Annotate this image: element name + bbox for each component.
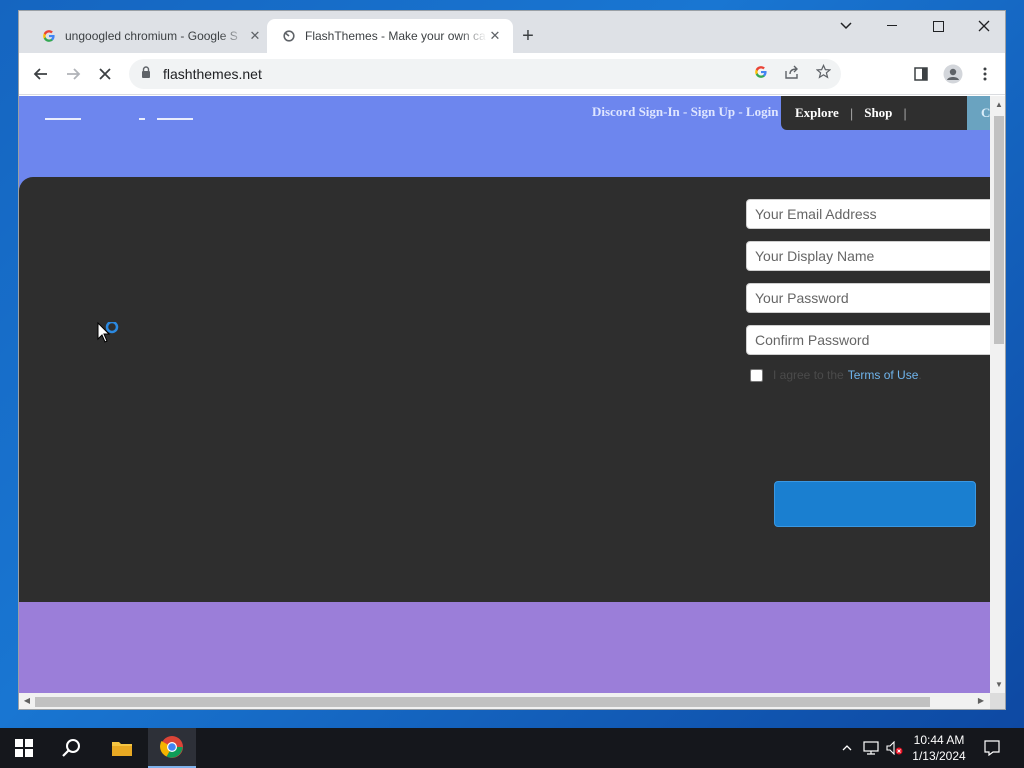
- bookmark-star-icon[interactable]: [815, 63, 832, 84]
- profile-avatar-icon[interactable]: [939, 60, 967, 88]
- nav-divider: |: [903, 105, 907, 121]
- nav-divider: |: [849, 105, 854, 121]
- browser-window: ungoogled chromium - Google S ✕ FlashThe…: [18, 10, 1006, 710]
- browser-toolbar: flashthemes.net: [19, 53, 1005, 95]
- vertical-scrollbar[interactable]: ▲ ▼: [990, 96, 1005, 693]
- busy-cursor-icon: [97, 320, 123, 351]
- minimize-button[interactable]: [869, 11, 915, 41]
- flashthemes-icon: [281, 28, 297, 44]
- system-clock[interactable]: 10:44 AM 1/13/2024: [906, 732, 972, 764]
- confirm-password-field[interactable]: [746, 325, 990, 355]
- tab-flashthemes[interactable]: FlashThemes - Make your own ca ✕: [267, 19, 513, 53]
- terms-of-use-link[interactable]: Terms of Use: [848, 368, 919, 382]
- volume-muted-icon[interactable]: [884, 728, 906, 768]
- separator: -: [679, 104, 691, 119]
- tab-search-chevron-icon[interactable]: [823, 11, 869, 41]
- separator: -: [735, 104, 746, 119]
- agree-text: I agree to the: [773, 368, 844, 382]
- password-field[interactable]: [746, 283, 990, 313]
- file-explorer-icon[interactable]: [98, 728, 146, 768]
- maximize-button[interactable]: [915, 11, 961, 41]
- vertical-scroll-thumb[interactable]: [994, 116, 1004, 344]
- auth-links: Discord Sign-In - Sign Up - Login: [592, 104, 778, 120]
- close-window-button[interactable]: [961, 11, 1005, 41]
- network-icon[interactable]: [860, 728, 882, 768]
- scroll-down-arrow-icon[interactable]: ▼: [994, 680, 1004, 690]
- signup-submit-button[interactable]: [774, 481, 976, 527]
- site-header: Discord Sign-In - Sign Up - Login Explor…: [19, 96, 990, 177]
- horizontal-scroll-thumb[interactable]: [35, 697, 930, 707]
- back-button[interactable]: [27, 60, 55, 88]
- nav-shop[interactable]: Shop: [864, 105, 892, 121]
- clock-date: 1/13/2024: [912, 749, 966, 763]
- chrome-taskbar-icon[interactable]: [148, 728, 196, 768]
- close-tab-icon[interactable]: ✕: [247, 28, 263, 44]
- scrollbar-corner: [990, 693, 1005, 709]
- lock-icon[interactable]: [141, 65, 151, 83]
- close-tab-icon[interactable]: ✕: [487, 28, 503, 44]
- signup-link[interactable]: Sign Up: [691, 104, 735, 119]
- nav-explore[interactable]: Explore: [795, 105, 839, 121]
- new-tab-button[interactable]: +: [517, 25, 539, 47]
- site-logo[interactable]: [45, 118, 81, 122]
- terms-period: .: [918, 368, 922, 382]
- google-icon: [41, 28, 57, 44]
- site-logo-fragment: [157, 118, 193, 122]
- tab-title: FlashThemes - Make your own ca: [305, 29, 486, 43]
- google-lens-icon[interactable]: [754, 65, 768, 84]
- tab-strip: ungoogled chromium - Google S ✕ FlashThe…: [19, 11, 1005, 53]
- login-link[interactable]: Login: [746, 104, 779, 119]
- scroll-right-arrow-icon[interactable]: ▶: [976, 696, 986, 706]
- tab-title: ungoogled chromium - Google S: [65, 29, 238, 43]
- page-viewport: Discord Sign-In - Sign Up - Login Explor…: [19, 96, 990, 693]
- show-hidden-icons-chevron-icon[interactable]: [838, 728, 856, 768]
- notification-center-icon[interactable]: [978, 728, 1006, 768]
- stop-loading-button[interactable]: [91, 60, 119, 88]
- main-nav: Explore | Shop |: [781, 96, 967, 130]
- start-button[interactable]: [0, 728, 48, 768]
- windows-taskbar: 10:44 AM 1/13/2024: [0, 728, 1024, 768]
- discord-signin-link[interactable]: Discord Sign-In: [592, 104, 680, 119]
- terms-checkbox[interactable]: [750, 368, 763, 382]
- scroll-left-arrow-icon[interactable]: ◀: [22, 696, 32, 706]
- menu-kebab-icon[interactable]: [971, 60, 999, 88]
- tab-google-search[interactable]: ungoogled chromium - Google S ✕: [27, 19, 273, 53]
- display-name-field[interactable]: [746, 241, 990, 271]
- share-icon[interactable]: [784, 65, 800, 84]
- url-text[interactable]: flashthemes.net: [163, 66, 262, 82]
- scroll-up-arrow-icon[interactable]: ▲: [994, 100, 1004, 110]
- email-field[interactable]: [746, 199, 990, 229]
- terms-agreement: I agree to the Terms of Use.: [750, 368, 922, 382]
- signup-form: [746, 199, 990, 367]
- clock-time: 10:44 AM: [913, 733, 965, 747]
- page-footer-band: [19, 602, 990, 693]
- address-bar[interactable]: flashthemes.net: [129, 59, 841, 89]
- search-icon[interactable]: [48, 728, 96, 768]
- forward-button[interactable]: [59, 60, 87, 88]
- horizontal-scrollbar[interactable]: ◀ ▶: [19, 693, 990, 709]
- nav-item-clipped[interactable]: C: [967, 96, 990, 130]
- side-panel-icon[interactable]: [907, 60, 935, 88]
- site-logo-fragment: [139, 118, 145, 122]
